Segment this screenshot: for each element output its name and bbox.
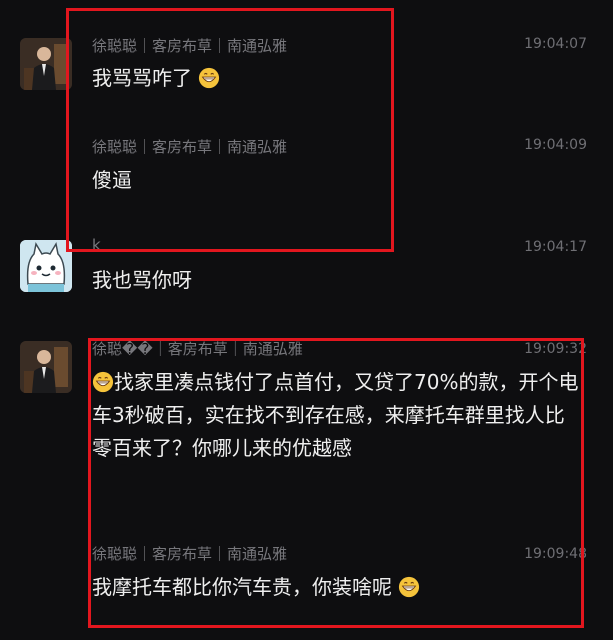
chat-message: 徐聪��｜客房布草｜南通弘雅 19:09:32 找家里凑点钱付了点首付，又贷了7… [0, 335, 613, 515]
avatar[interactable] [20, 38, 72, 90]
sender-meta: 徐聪��｜客房布草｜南通弘雅 [92, 340, 303, 358]
timestamp: 19:04:07 [524, 36, 587, 52]
message-text[interactable]: 我摩托车都比你汽车贵，你装啥呢 [92, 571, 420, 604]
message-text[interactable]: 找家里凑点钱付了点首付，又贷了70%的款，开个电车3秒破百，实在找不到存在感，来… [92, 366, 582, 465]
chat-message: 徐聪聪｜客房布草｜南通弘雅 19:09:48 我摩托车都比你汽车贵，你装啥呢 [0, 535, 613, 615]
grinning-face-icon [399, 576, 420, 598]
message-text-content: 找家里凑点钱付了点首付，又贷了70%的款，开个电车3秒破百，实在找不到存在感，来… [92, 370, 579, 460]
sender-meta: 徐聪聪｜客房布草｜南通弘雅 [92, 37, 288, 55]
timestamp: 19:04:09 [524, 137, 587, 153]
avatar[interactable] [20, 341, 72, 393]
sender-meta: k [92, 236, 101, 254]
grinning-face-icon [92, 371, 114, 393]
timestamp: 19:09:32 [524, 341, 587, 357]
message-text[interactable]: 我骂骂咋了 [92, 62, 220, 95]
message-text-content: 我摩托车都比你汽车贵，你装啥呢 [92, 575, 392, 599]
chat-message: k 19:04:17 我也骂你呀 [0, 228, 613, 308]
sender-meta: 徐聪聪｜客房布草｜南通弘雅 [92, 545, 288, 563]
message-text[interactable]: 我也骂你呀 [92, 264, 192, 297]
chat-message: 徐聪聪｜客房布草｜南通弘雅 19:04:07 我骂骂咋了 [0, 0, 613, 110]
timestamp: 19:04:17 [524, 239, 587, 255]
message-text-content: 我骂骂咋了 [92, 66, 192, 90]
avatar[interactable] [20, 240, 72, 292]
sender-meta: 徐聪聪｜客房布草｜南通弘雅 [92, 138, 288, 156]
timestamp: 19:09:48 [524, 546, 587, 562]
chat-message: 徐聪聪｜客房布草｜南通弘雅 19:04:09 傻逼 [0, 120, 613, 200]
grinning-face-icon [199, 67, 220, 89]
message-text[interactable]: 傻逼 [92, 164, 132, 197]
